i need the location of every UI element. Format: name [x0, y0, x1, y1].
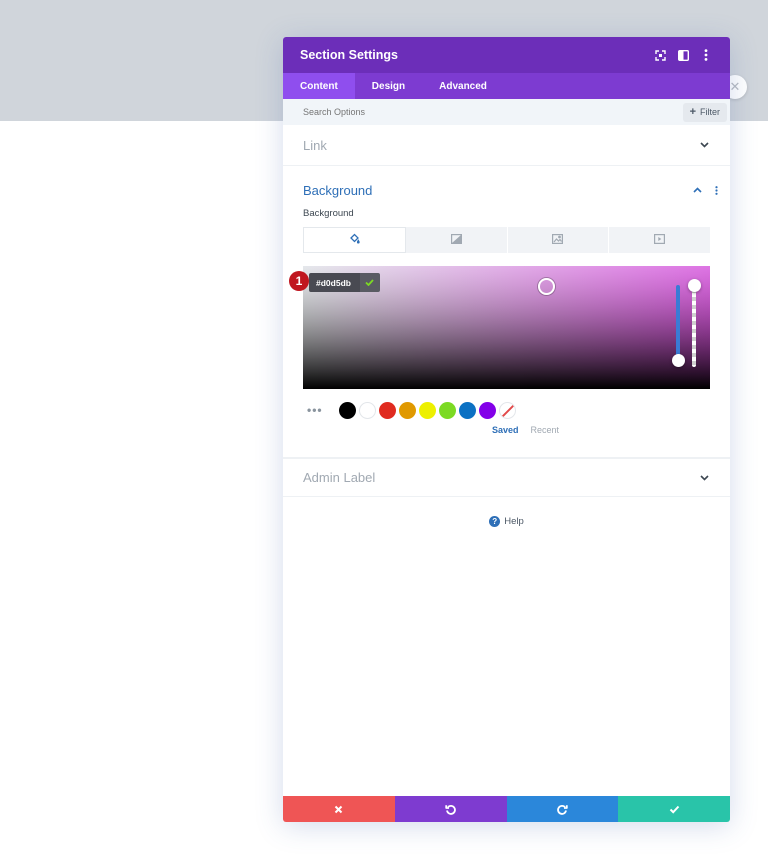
- save-button[interactable]: [618, 796, 730, 822]
- bg-type-gradient[interactable]: [406, 227, 508, 253]
- undo-icon: [445, 804, 456, 815]
- background-group-header[interactable]: Background: [283, 166, 730, 214]
- header-icons: [653, 48, 713, 62]
- more-vertical-icon[interactable]: [710, 184, 722, 196]
- hex-value[interactable]: #d0d5db: [309, 273, 360, 292]
- chevron-down-icon[interactable]: [698, 472, 710, 484]
- redo-button[interactable]: [506, 796, 619, 822]
- swatch-none[interactable]: [499, 401, 516, 419]
- help-icon: ?: [489, 516, 501, 527]
- link-group: Link: [283, 125, 730, 166]
- bg-type-video[interactable]: [609, 227, 710, 253]
- more-horizontal-icon[interactable]: •••: [303, 403, 339, 417]
- bg-type-image[interactable]: [508, 227, 610, 253]
- cancel-button[interactable]: [283, 796, 395, 822]
- hex-color-input[interactable]: #d0d5db: [309, 273, 380, 292]
- swatch-orange[interactable]: [399, 401, 416, 419]
- swatch-tab-recent[interactable]: Recent: [531, 425, 560, 435]
- gradient-icon: [450, 231, 462, 249]
- modal-header: Section Settings: [283, 37, 730, 73]
- swatch-yellow[interactable]: [419, 401, 436, 419]
- opacity-slider-handle[interactable]: [688, 279, 701, 292]
- section-settings-modal: Section Settings Content Design Advanced…: [283, 37, 730, 822]
- color-picker: #d0d5db: [303, 266, 710, 389]
- background-header-icons: [691, 184, 722, 196]
- help-label: Help: [504, 516, 524, 527]
- search-input[interactable]: [303, 107, 503, 117]
- chevron-up-icon[interactable]: [691, 184, 703, 196]
- expand-icon[interactable]: [653, 48, 667, 62]
- filter-label: Filter: [700, 107, 720, 117]
- admin-label-group: Admin Label: [283, 458, 730, 497]
- image-icon: [552, 231, 564, 249]
- modal-footer: [283, 796, 730, 822]
- background-field-label: Background: [303, 208, 354, 219]
- help-link[interactable]: ? Help: [283, 516, 730, 527]
- check-icon: [669, 805, 679, 814]
- admin-label-group-header[interactable]: Admin Label: [283, 458, 730, 496]
- search-bar: + Filter: [283, 99, 730, 125]
- redo-icon: [557, 804, 568, 815]
- chevron-down-icon[interactable]: [698, 139, 710, 151]
- split-view-icon[interactable]: [676, 48, 690, 62]
- step-marker-badge: 1: [289, 271, 309, 291]
- background-type-tabs: [303, 227, 710, 253]
- check-icon[interactable]: [359, 273, 380, 292]
- swatch-blue[interactable]: [459, 401, 476, 419]
- hue-slider[interactable]: [676, 285, 680, 365]
- link-group-header[interactable]: Link: [283, 125, 730, 165]
- tab-design[interactable]: Design: [355, 73, 422, 99]
- bg-type-color[interactable]: [303, 227, 406, 253]
- swatch-tabs: Saved Recent: [321, 425, 730, 435]
- link-group-title: Link: [303, 137, 327, 153]
- swatch-green[interactable]: [439, 401, 456, 419]
- settings-tabs: Content Design Advanced: [283, 73, 730, 99]
- color-picker-handle[interactable]: [538, 278, 555, 295]
- tab-content[interactable]: Content: [283, 73, 355, 99]
- paint-bucket-icon: [349, 231, 360, 249]
- color-swatches: •••: [303, 401, 710, 419]
- video-icon: [654, 231, 666, 249]
- modal-title: Section Settings: [300, 48, 398, 62]
- admin-label-group-title: Admin Label: [303, 470, 376, 485]
- close-icon: [335, 805, 343, 813]
- swatch-tab-saved[interactable]: Saved: [492, 425, 519, 435]
- swatch-purple[interactable]: [479, 401, 496, 419]
- swatch-white[interactable]: [359, 401, 376, 419]
- background-group-title: Background: [303, 182, 373, 198]
- filter-button[interactable]: + Filter: [682, 102, 727, 122]
- plus-icon: +: [689, 106, 696, 118]
- tab-advanced[interactable]: Advanced: [422, 73, 504, 99]
- undo-button[interactable]: [394, 796, 507, 822]
- hue-slider-handle[interactable]: [672, 354, 685, 367]
- background-group: Background Background #d0d5db ••• Saved …: [283, 166, 730, 458]
- swatch-black[interactable]: [339, 401, 356, 419]
- swatch-red[interactable]: [379, 401, 396, 419]
- more-vertical-icon[interactable]: [699, 48, 713, 62]
- opacity-slider[interactable]: [692, 285, 696, 367]
